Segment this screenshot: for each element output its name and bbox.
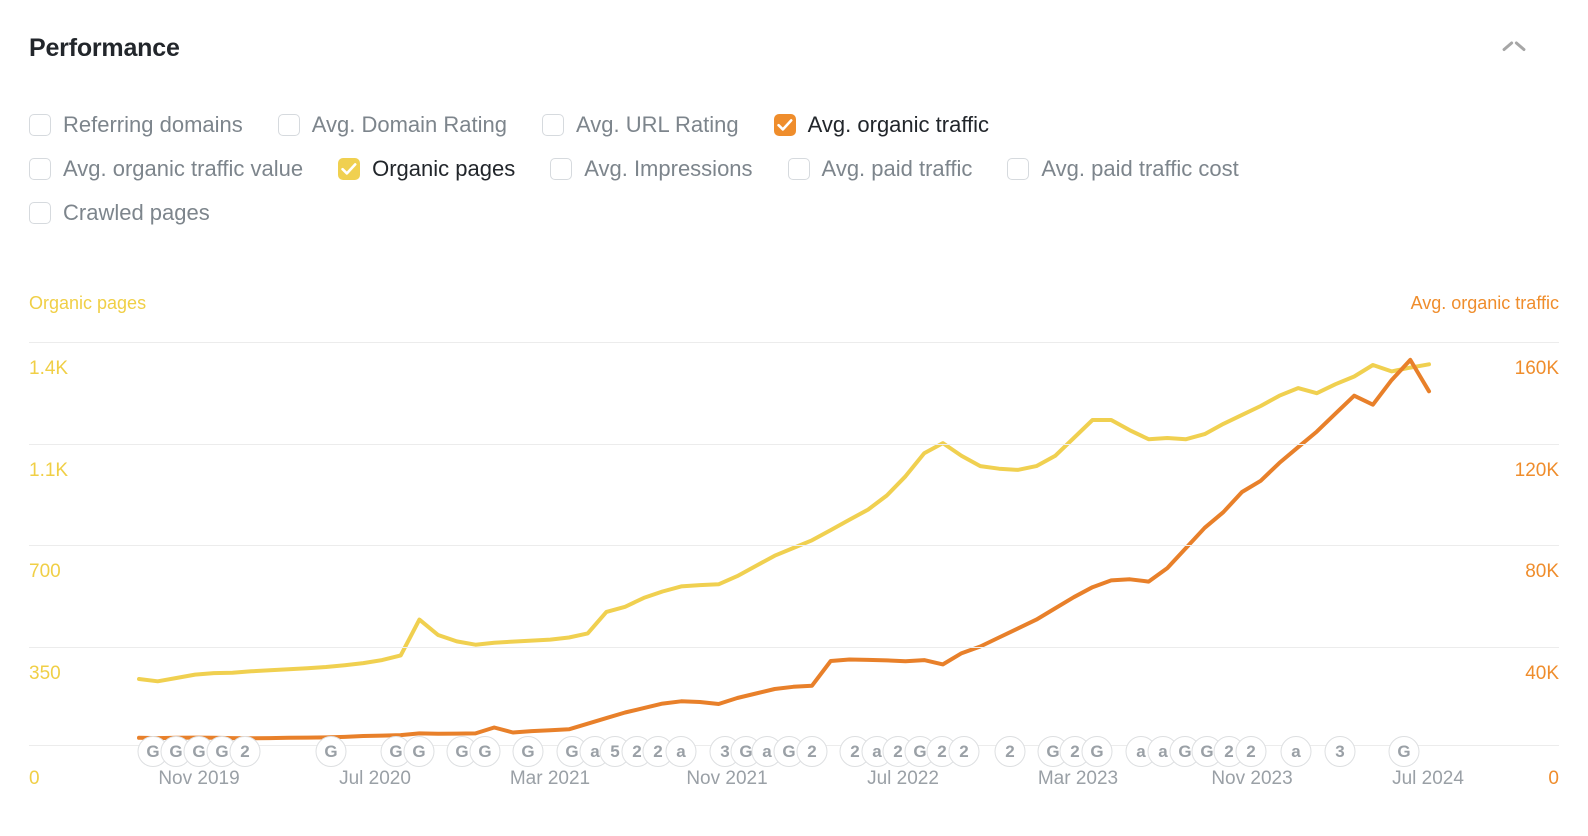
google-update-badge[interactable]: G	[469, 736, 501, 767]
metric-toggle-label: Crawled pages	[63, 200, 210, 225]
metric-toggle-label: Avg. paid traffic cost	[1041, 156, 1239, 181]
google-update-badge[interactable]: 2	[948, 736, 980, 767]
metric-toggle-avg-paid-traffic[interactable]: Avg. paid traffic	[787, 156, 973, 182]
checkbox-unchecked-icon[interactable]	[29, 114, 51, 136]
left-axis-zero-tick: 0	[29, 768, 40, 789]
google-update-badge[interactable]: 2	[229, 736, 261, 767]
metric-toggle-referring-domains[interactable]: Referring domains	[29, 112, 243, 138]
metric-row-2: Avg. organic traffic value Organic pages A…	[29, 147, 1568, 191]
google-update-badge[interactable]: G	[512, 736, 544, 767]
checkbox-checked-icon[interactable]	[338, 158, 361, 180]
metric-toggle-avg-organic-traffic-value[interactable]: Avg. organic traffic value	[29, 156, 303, 182]
collapse-panel-button[interactable]	[1497, 34, 1531, 68]
plot-area: 1.4K 160K 1.1K 120K 700 80K 350 40K	[29, 342, 1559, 746]
metric-toggle-label: Avg. URL Rating	[576, 112, 739, 137]
checkbox-unchecked-icon[interactable]	[29, 202, 51, 224]
gridline	[29, 647, 1559, 648]
gridline	[29, 342, 1559, 343]
google-update-badge[interactable]: G	[315, 736, 347, 767]
metric-toggle-avg-paid-traffic-cost[interactable]: Avg. paid traffic cost	[1007, 156, 1239, 182]
x-axis-tick-label: Mar 2021	[509, 768, 591, 789]
google-update-badge[interactable]: a	[1280, 736, 1312, 767]
left-axis-tick: 700	[29, 561, 61, 582]
right-axis-tick: 120K	[1514, 460, 1559, 481]
checkbox-unchecked-icon[interactable]	[1007, 158, 1030, 180]
metric-toggle-organic-pages[interactable]: Organic pages	[338, 156, 515, 182]
right-axis-tick: 80K	[1525, 561, 1559, 582]
metric-toggle-avg-url-rating[interactable]: Avg. URL Rating	[542, 112, 739, 138]
left-axis-tick: 350	[29, 663, 61, 684]
google-update-badge[interactable]: G	[1388, 736, 1420, 767]
right-axis-zero-tick: 0	[1548, 768, 1559, 789]
checkbox-unchecked-icon[interactable]	[542, 114, 564, 136]
metric-row-3: Crawled pages	[29, 191, 1568, 235]
checkbox-unchecked-icon[interactable]	[550, 158, 573, 180]
metric-toggle-label: Organic pages	[372, 156, 516, 181]
metric-toggle-avg-organic-traffic[interactable]: Avg. organic traffic	[773, 112, 990, 138]
right-axis-tick: 40K	[1525, 663, 1559, 684]
right-axis-title: Avg. organic traffic	[1410, 293, 1559, 313]
x-axis-tick-label: Nov 2019	[158, 768, 240, 789]
metric-toggle-label: Avg. organic traffic	[807, 112, 990, 137]
left-axis-title: Organic pages	[29, 293, 147, 313]
checkbox-unchecked-icon[interactable]	[787, 158, 810, 180]
panel-header: Performance	[29, 28, 1559, 68]
metric-row-1: Referring domains Avg. Domain Rating Avg. …	[29, 103, 1568, 147]
gridline	[29, 545, 1559, 546]
google-update-badge[interactable]: 3	[1324, 736, 1356, 767]
google-update-badge[interactable]: 2	[796, 736, 828, 767]
series-line-organic-pages	[139, 364, 1429, 681]
google-update-badge[interactable]: 2	[1235, 736, 1267, 767]
checkbox-unchecked-icon[interactable]	[29, 158, 51, 180]
metric-toggle-avg-impressions[interactable]: Avg. Impressions	[550, 156, 753, 182]
metric-toggle-label: Referring domains	[63, 112, 243, 137]
google-update-badge[interactable]: G	[403, 736, 435, 767]
metric-toggle-label: Avg. organic traffic value	[63, 156, 304, 181]
right-axis-tick: 160K	[1514, 358, 1559, 379]
chart-lines	[29, 342, 1559, 745]
metric-toggle-avg-domain-rating[interactable]: Avg. Domain Rating	[277, 112, 507, 138]
metric-toggle-label: Avg. Impressions	[584, 156, 753, 181]
google-update-badge[interactable]: 2	[994, 736, 1026, 767]
google-update-badge[interactable]: a	[665, 736, 697, 767]
left-axis-tick: 1.1K	[29, 460, 69, 481]
performance-panel: Performance Referring domains Avg. Domain…	[0, 0, 1588, 836]
metric-toggles: Referring domains Avg. Domain Rating Avg. …	[29, 103, 1568, 235]
x-axis-tick-label: Jul 2022	[867, 768, 939, 789]
metric-toggle-label: Avg. paid traffic	[821, 156, 973, 181]
checkbox-checked-icon[interactable]	[773, 114, 796, 136]
google-update-badges: GGGG2GGGGGGGa522a3GaG22a2G222G2GaaGG22a3…	[0, 736, 1588, 770]
gridline	[29, 444, 1559, 445]
x-axis-labels: Nov 2019 Jul 2020 Mar 2021 Nov 2021 Jul 2022…	[0, 768, 1588, 798]
x-axis-tick-label: Nov 2023	[1211, 768, 1293, 789]
x-axis-tick-label: Mar 2023	[1037, 768, 1119, 789]
x-axis-tick-label: Nov 2021	[686, 768, 768, 789]
performance-chart: Organic pages Avg. organic traffic 1.4K 1…	[0, 280, 1588, 820]
metric-toggle-label: Avg. Domain Rating	[311, 112, 507, 137]
x-axis-tick-label: Jul 2024	[1392, 768, 1464, 789]
chevron-up-icon	[1504, 45, 1525, 57]
x-axis-tick-label: Jul 2020	[339, 768, 411, 789]
page-title: Performance	[29, 34, 180, 62]
google-update-badge[interactable]: G	[1081, 736, 1113, 767]
checkbox-unchecked-icon[interactable]	[277, 114, 300, 136]
left-axis-tick: 1.4K	[29, 358, 69, 379]
metric-toggle-crawled-pages[interactable]: Crawled pages	[29, 200, 210, 226]
